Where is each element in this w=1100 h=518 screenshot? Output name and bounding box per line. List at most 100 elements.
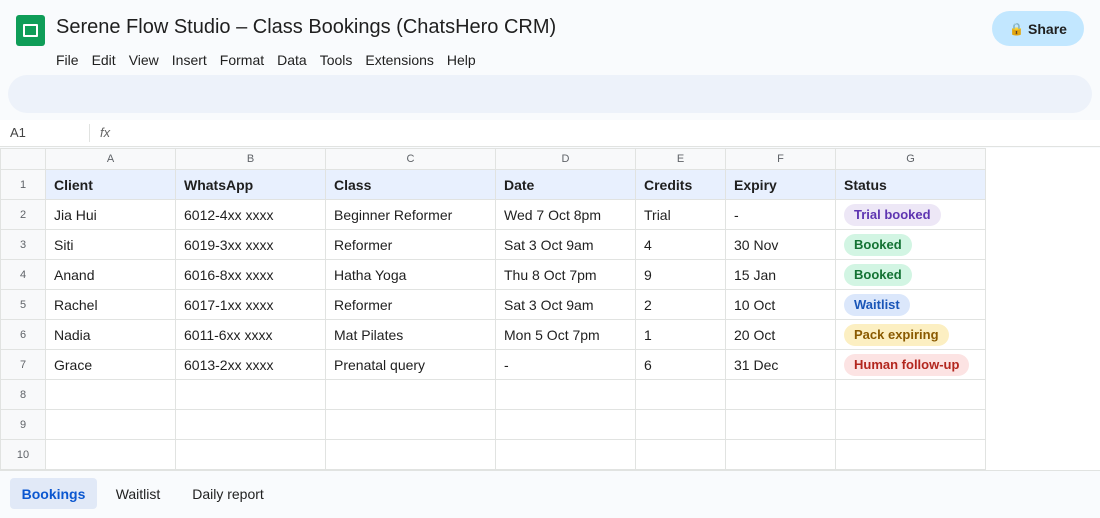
name-box[interactable]: A1 (10, 125, 26, 140)
empty-cell[interactable] (495, 439, 636, 470)
credits-cell[interactable]: 1 (635, 319, 726, 350)
select-all-corner[interactable] (0, 148, 46, 170)
row-number[interactable]: 8 (0, 379, 46, 410)
whatsapp-cell[interactable]: 6017-1xx xxxx (175, 289, 326, 320)
empty-cell[interactable] (45, 379, 176, 410)
expiry-cell[interactable]: 30 Nov (725, 229, 836, 260)
expiry-cell[interactable]: 10 Oct (725, 289, 836, 320)
empty-cell[interactable] (45, 409, 176, 440)
empty-cell[interactable] (635, 409, 726, 440)
expiry-cell[interactable]: 31 Dec (725, 349, 836, 380)
menu-edit[interactable]: Edit (92, 51, 122, 69)
header-cell-date[interactable]: Date (495, 169, 636, 200)
row-number[interactable]: 2 (0, 199, 46, 230)
status-cell[interactable]: Booked (835, 229, 986, 260)
class-cell[interactable]: Beginner Reformer (325, 199, 496, 230)
tab-bookings[interactable]: Bookings (10, 478, 97, 509)
header-cell-credits[interactable]: Credits (635, 169, 726, 200)
document-title[interactable]: Serene Flow Studio – Class Bookings (Cha… (56, 16, 556, 39)
menu-tools[interactable]: Tools (320, 51, 359, 69)
tab-daily-report[interactable]: Daily report (181, 478, 275, 509)
client-cell[interactable]: Siti (45, 229, 176, 260)
header-cell-class[interactable]: Class (325, 169, 496, 200)
empty-cell[interactable] (325, 439, 496, 470)
client-cell[interactable]: Nadia (45, 319, 176, 350)
menu-extensions[interactable]: Extensions (365, 51, 439, 69)
header-cell-whatsapp[interactable]: WhatsApp (175, 169, 326, 200)
credits-cell[interactable]: 4 (635, 229, 726, 260)
credits-cell[interactable]: 9 (635, 259, 726, 290)
status-cell[interactable]: Pack expiring (835, 319, 986, 350)
sheets-logo-icon[interactable] (16, 15, 45, 46)
header-cell-expiry[interactable]: Expiry (725, 169, 836, 200)
whatsapp-cell[interactable]: 6012-4xx xxxx (175, 199, 326, 230)
share-button[interactable]: 🔒 Share (992, 11, 1084, 46)
row-number[interactable]: 3 (0, 229, 46, 260)
expiry-cell[interactable]: 15 Jan (725, 259, 836, 290)
header-cell-status[interactable]: Status (835, 169, 986, 200)
class-cell[interactable]: Prenatal query (325, 349, 496, 380)
header-cell-client[interactable]: Client (45, 169, 176, 200)
column-header-d[interactable]: D (495, 148, 636, 170)
client-cell[interactable]: Rachel (45, 289, 176, 320)
empty-cell[interactable] (725, 439, 836, 470)
credits-cell[interactable]: 2 (635, 289, 726, 320)
date-cell[interactable]: Sat 3 Oct 9am (495, 289, 636, 320)
client-cell[interactable]: Grace (45, 349, 176, 380)
empty-cell[interactable] (635, 439, 726, 470)
client-cell[interactable]: Jia Hui (45, 199, 176, 230)
tab-waitlist[interactable]: Waitlist (105, 478, 171, 509)
empty-cell[interactable] (725, 379, 836, 410)
expiry-cell[interactable]: 20 Oct (725, 319, 836, 350)
empty-cell[interactable] (835, 379, 986, 410)
class-cell[interactable]: Reformer (325, 229, 496, 260)
class-cell[interactable]: Mat Pilates (325, 319, 496, 350)
empty-cell[interactable] (175, 409, 326, 440)
empty-cell[interactable] (725, 409, 836, 440)
menu-file[interactable]: File (56, 51, 85, 69)
row-number[interactable]: 5 (0, 289, 46, 320)
empty-cell[interactable] (835, 439, 986, 470)
class-cell[interactable]: Reformer (325, 289, 496, 320)
row-number[interactable]: 10 (0, 439, 46, 470)
column-header-a[interactable]: A (45, 148, 176, 170)
class-cell[interactable]: Hatha Yoga (325, 259, 496, 290)
whatsapp-cell[interactable]: 6011-6xx xxxx (175, 319, 326, 350)
empty-cell[interactable] (635, 379, 726, 410)
credits-cell[interactable]: 6 (635, 349, 726, 380)
empty-cell[interactable] (495, 409, 636, 440)
column-header-e[interactable]: E (635, 148, 726, 170)
empty-cell[interactable] (45, 439, 176, 470)
menu-data[interactable]: Data (277, 51, 313, 69)
column-header-b[interactable]: B (175, 148, 326, 170)
row-number[interactable]: 1 (0, 169, 46, 200)
date-cell[interactable]: Sat 3 Oct 9am (495, 229, 636, 260)
empty-cell[interactable] (175, 439, 326, 470)
status-cell[interactable]: Human follow-up (835, 349, 986, 380)
whatsapp-cell[interactable]: 6019-3xx xxxx (175, 229, 326, 260)
whatsapp-cell[interactable]: 6013-2xx xxxx (175, 349, 326, 380)
column-header-f[interactable]: F (725, 148, 836, 170)
empty-cell[interactable] (325, 379, 496, 410)
date-cell[interactable]: - (495, 349, 636, 380)
empty-cell[interactable] (175, 379, 326, 410)
empty-cell[interactable] (495, 379, 636, 410)
menu-view[interactable]: View (129, 51, 165, 69)
client-cell[interactable]: Anand (45, 259, 176, 290)
column-header-g[interactable]: G (835, 148, 986, 170)
whatsapp-cell[interactable]: 6016-8xx xxxx (175, 259, 326, 290)
row-number[interactable]: 4 (0, 259, 46, 290)
empty-cell[interactable] (325, 409, 496, 440)
menu-format[interactable]: Format (220, 51, 270, 69)
date-cell[interactable]: Mon 5 Oct 7pm (495, 319, 636, 350)
row-number[interactable]: 9 (0, 409, 46, 440)
row-number[interactable]: 7 (0, 349, 46, 380)
menu-help[interactable]: Help (447, 51, 482, 69)
status-cell[interactable]: Trial booked (835, 199, 986, 230)
status-cell[interactable]: Waitlist (835, 289, 986, 320)
empty-cell[interactable] (835, 409, 986, 440)
expiry-cell[interactable]: - (725, 199, 836, 230)
row-number[interactable]: 6 (0, 319, 46, 350)
date-cell[interactable]: Wed 7 Oct 8pm (495, 199, 636, 230)
menu-insert[interactable]: Insert (172, 51, 213, 69)
